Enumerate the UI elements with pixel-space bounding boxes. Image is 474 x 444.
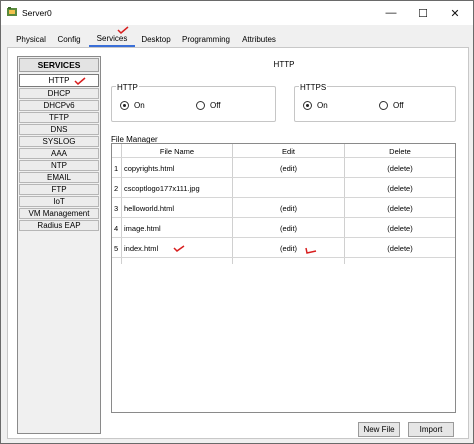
tab-programming[interactable]: Programming <box>181 31 231 47</box>
packet-tracer-icon <box>7 7 17 16</box>
import-button[interactable]: Import <box>408 422 454 437</box>
tab-bar: Physical Config Services Desktop Program… <box>7 29 469 47</box>
tab-desktop[interactable]: Desktop <box>138 31 174 47</box>
annotation-checkmark-icon <box>305 247 317 254</box>
https-off-label: Off <box>393 101 404 110</box>
https-on-option[interactable]: On <box>303 101 328 110</box>
table-header-row: File Name Edit Delete <box>112 144 455 158</box>
services-sidebar: SERVICES HTTP DHCP DHCPv6 TFTP DNS SYSLO… <box>17 56 101 434</box>
window-title: Server0 <box>22 8 52 18</box>
table-row: 4 image.html (edit) (delete) <box>112 218 455 238</box>
edit-link[interactable]: (edit) <box>233 158 344 178</box>
sidebar-item-http[interactable]: HTTP <box>19 74 99 87</box>
sidebar-header: SERVICES <box>19 58 99 72</box>
table-row: 3 helloworld.html (edit) (delete) <box>112 198 455 218</box>
http-off-label: Off <box>210 101 221 110</box>
tab-attributes[interactable]: Attributes <box>238 31 280 47</box>
http-off-option[interactable]: Off <box>196 101 221 110</box>
row-number: 5 <box>114 243 119 253</box>
tab-physical[interactable]: Physical <box>11 31 51 47</box>
delete-link[interactable]: (delete) <box>345 218 455 238</box>
sidebar-item-syslog[interactable]: SYSLOG <box>19 136 99 147</box>
https-group: HTTPS On Off <box>294 83 456 122</box>
new-file-button[interactable]: New File <box>358 422 400 437</box>
edit-link[interactable]: (edit) <box>233 238 344 258</box>
http-config-area: HTTP HTTP On Off HTTPS On Off File Manag… <box>108 56 460 437</box>
maximize-button[interactable]: ☐ <box>407 1 439 25</box>
app-window: Server0 — ☐ ✕ Physical Config Services D… <box>0 0 474 444</box>
table-row: 2 cscoptlogo177x111.jpg (delete) <box>112 178 455 198</box>
https-off-option[interactable]: Off <box>379 101 404 110</box>
http-group-label: HTTP <box>116 83 139 92</box>
http-on-option[interactable]: On <box>120 101 145 110</box>
delete-link[interactable]: (delete) <box>345 158 455 178</box>
edit-link <box>233 178 344 198</box>
annotation-checkmark-icon <box>173 245 185 252</box>
delete-link[interactable]: (delete) <box>345 178 455 198</box>
sidebar-item-email[interactable]: EMAIL <box>19 172 99 183</box>
column-header-file-name: File Name <box>159 146 195 156</box>
annotation-checkmark-icon <box>117 26 129 35</box>
column-header-delete: Delete <box>389 146 411 156</box>
title-bar: Server0 — ☐ ✕ <box>1 1 473 25</box>
sidebar-item-iot[interactable]: IoT <box>19 196 99 207</box>
services-panel: SERVICES HTTP DHCP DHCPv6 TFTP DNS SYSLO… <box>7 47 469 439</box>
sidebar-item-radius-eap[interactable]: Radius EAP <box>19 220 99 231</box>
page-title: HTTP <box>273 60 295 69</box>
file-manager-table: File Name Edit Delete 1 copyrights.html … <box>111 143 456 413</box>
edit-link[interactable]: (edit) <box>233 198 344 218</box>
http-on-radio[interactable] <box>120 101 129 110</box>
https-group-label: HTTPS <box>299 83 328 92</box>
row-number: 1 <box>114 163 119 173</box>
sidebar-item-tftp[interactable]: TFTP <box>19 112 99 123</box>
sidebar-item-ftp[interactable]: FTP <box>19 184 99 195</box>
sidebar-item-dns[interactable]: DNS <box>19 124 99 135</box>
close-button[interactable]: ✕ <box>439 1 471 25</box>
row-number: 3 <box>114 203 119 213</box>
row-number: 4 <box>114 223 119 233</box>
http-off-radio[interactable] <box>196 101 205 110</box>
column-header-edit: Edit <box>282 146 295 156</box>
sidebar-item-ntp[interactable]: NTP <box>19 160 99 171</box>
sidebar-item-dhcpv6[interactable]: DHCPv6 <box>19 100 99 111</box>
sidebar-item-label: HTTP <box>48 76 70 85</box>
table-row: 1 copyrights.html (edit) (delete) <box>112 158 455 178</box>
file-name: helloworld.html <box>124 203 175 213</box>
sidebar-item-dhcp[interactable]: DHCP <box>19 88 99 99</box>
tab-config[interactable]: Config <box>54 31 84 47</box>
http-on-label: On <box>134 101 145 110</box>
sidebar-item-aaa[interactable]: AAA <box>19 148 99 159</box>
file-name: cscoptlogo177x111.jpg <box>124 183 200 193</box>
minimize-button[interactable]: — <box>375 1 407 25</box>
delete-link[interactable]: (delete) <box>345 238 455 258</box>
row-number: 2 <box>114 183 119 193</box>
delete-link[interactable]: (delete) <box>345 198 455 218</box>
edit-link[interactable]: (edit) <box>233 218 344 238</box>
https-on-label: On <box>317 101 328 110</box>
sidebar-item-vm-management[interactable]: VM Management <box>19 208 99 219</box>
annotation-checkmark-icon <box>74 77 86 85</box>
file-name: copyrights.html <box>124 163 175 173</box>
file-name: image.html <box>124 223 161 233</box>
https-off-radio[interactable] <box>379 101 388 110</box>
table-row: 5 index.html (edit) (delete) <box>112 238 455 258</box>
http-group: HTTP On Off <box>111 83 276 122</box>
https-on-radio[interactable] <box>303 101 312 110</box>
